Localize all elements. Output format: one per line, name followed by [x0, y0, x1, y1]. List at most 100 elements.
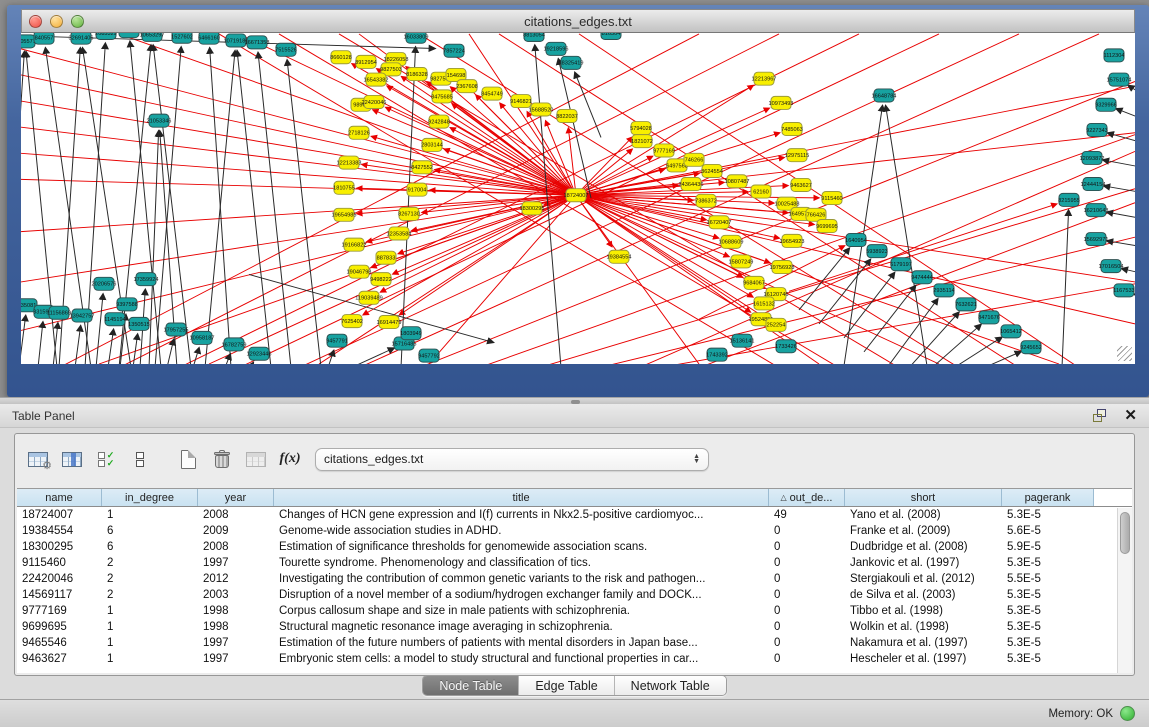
- graph-node[interactable]: 10958187: [190, 331, 215, 344]
- import-table-button[interactable]: [243, 446, 269, 472]
- graph-node[interactable]: 9146821: [510, 95, 532, 108]
- graph-node[interactable]: 5938923: [866, 245, 888, 258]
- graph-node[interactable]: 10688609: [719, 235, 744, 248]
- table-row[interactable]: 1938455462009Genome-wide association stu…: [17, 523, 1132, 539]
- graph-node[interactable]: 9777169: [653, 144, 675, 157]
- graph-node[interactable]: 1803949: [400, 327, 422, 340]
- column-header-title[interactable]: title: [274, 489, 769, 506]
- graph-node[interactable]: 887833: [376, 251, 396, 264]
- graph-node[interactable]: 9397588: [116, 298, 138, 311]
- graph-node[interactable]: 15692971: [1084, 233, 1109, 246]
- graph-node[interactable]: 19046798: [347, 265, 372, 278]
- graph-node[interactable]: 13942757: [70, 309, 95, 322]
- graph-node[interactable]: 62160: [751, 185, 771, 198]
- graph-node[interactable]: 8427552: [411, 161, 433, 174]
- graph-node[interactable]: 9457792: [418, 349, 440, 362]
- table-row[interactable]: 911546021997Tourette syndrome. Phenomeno…: [17, 555, 1132, 571]
- graph-node[interactable]: 8475685: [431, 90, 453, 103]
- close-panel-icon[interactable]: ✕: [1124, 409, 1137, 423]
- tab-network-table[interactable]: Network Table: [615, 676, 726, 695]
- graph-node[interactable]: 9699695: [816, 219, 838, 232]
- maximize-window-button[interactable]: [71, 15, 84, 28]
- graph-node[interactable]: 2935114: [933, 284, 954, 297]
- resize-grip-icon[interactable]: [1117, 346, 1132, 361]
- graph-node[interactable]: 8912954: [355, 55, 377, 68]
- graph-node[interactable]: 7485063: [781, 123, 803, 136]
- table-row[interactable]: 1830029562008Estimation of significance …: [17, 539, 1132, 555]
- graph-node[interactable]: 12444154: [1081, 178, 1106, 191]
- graph-node[interactable]: 12213383: [337, 156, 362, 169]
- column-header-year[interactable]: year: [198, 489, 274, 506]
- graph-node[interactable]: 7386372: [695, 194, 717, 207]
- network-canvas[interactable]: 5405571840557326914062085329106532710653…: [21, 33, 1135, 364]
- panel-splitter[interactable]: [0, 397, 1149, 404]
- graph-node[interactable]: 9498222: [370, 273, 392, 286]
- scrollbar-thumb[interactable]: [1120, 512, 1130, 554]
- graph-node[interactable]: 840557: [34, 33, 54, 44]
- graph-node[interactable]: 17957255: [164, 323, 189, 336]
- graph-node[interactable]: 18300295: [520, 202, 545, 215]
- graph-node[interactable]: 19654923: [780, 234, 805, 247]
- graph-node[interactable]: 2085329: [95, 33, 117, 40]
- row-height-button[interactable]: [127, 446, 153, 472]
- graph-node[interactable]: 1615132: [753, 297, 775, 310]
- graph-node[interactable]: 8186328: [406, 67, 428, 80]
- graph-node[interactable]: 16914479: [377, 316, 402, 329]
- graph-node[interactable]: 1350515: [128, 317, 150, 330]
- graph-node[interactable]: 19166822: [342, 238, 367, 251]
- graph-node[interactable]: 816304: [601, 33, 621, 40]
- graph-node[interactable]: 8471676: [978, 311, 1000, 324]
- select-attributes-button[interactable]: ✓✓: [93, 446, 119, 472]
- graph-node[interactable]: 16782759: [222, 338, 247, 351]
- table-row[interactable]: 1872400712008Changes of HCN gene express…: [17, 507, 1132, 523]
- graph-node[interactable]: 7632621: [955, 298, 977, 311]
- table-row[interactable]: 969969511998Structural magnetic resonanc…: [17, 619, 1132, 635]
- graph-node[interactable]: 1167533: [1113, 284, 1134, 297]
- graph-node[interactable]: 7515526: [275, 43, 297, 56]
- graph-node[interactable]: 16648784: [872, 89, 897, 102]
- graph-node[interactable]: 8215955: [1058, 193, 1080, 206]
- graph-node[interactable]: 8660128: [330, 51, 352, 64]
- graph-node[interactable]: 18325419: [559, 56, 584, 69]
- graph-node[interactable]: 9242848: [428, 115, 450, 128]
- graph-node[interactable]: 8822037: [556, 109, 578, 122]
- minimize-window-button[interactable]: [50, 15, 63, 28]
- graph-node[interactable]: 12975115: [785, 149, 809, 162]
- graph-node[interactable]: 9329966: [1095, 98, 1117, 111]
- graph-node[interactable]: 1065412: [1000, 325, 1022, 338]
- graph-node[interactable]: 12353584: [387, 227, 412, 240]
- graph-node[interactable]: 15751074: [1107, 73, 1132, 86]
- network-graph[interactable]: 5405571840557326914062085329106532710653…: [21, 33, 1135, 364]
- tab-edge-table[interactable]: Edge Table: [519, 676, 614, 695]
- graph-node[interactable]: 9463627: [790, 178, 812, 191]
- graph-node[interactable]: 16210643: [1084, 204, 1109, 217]
- float-window-icon[interactable]: [1093, 409, 1108, 423]
- graph-node[interactable]: 10973493: [769, 96, 794, 109]
- table-row[interactable]: 977716911998Corpus callosum shape and si…: [17, 603, 1132, 619]
- graph-node[interactable]: 1743392: [706, 348, 728, 361]
- graph-node[interactable]: 252254: [766, 318, 786, 331]
- graph-node[interactable]: 9684067: [743, 276, 765, 289]
- graph-node[interactable]: 1065327: [118, 33, 140, 38]
- graph-node[interactable]: 7857224: [443, 44, 465, 57]
- create-table-button[interactable]: [175, 446, 201, 472]
- graph-node[interactable]: 10807487: [725, 175, 750, 188]
- graph-node[interactable]: 19384554: [607, 250, 632, 263]
- graph-node[interactable]: 9474444: [911, 271, 933, 284]
- graph-node[interactable]: 17016504: [1099, 260, 1124, 273]
- graph-node[interactable]: 22420046: [362, 95, 387, 108]
- graph-node[interactable]: 3624554: [701, 164, 723, 177]
- graph-node[interactable]: 11156869: [47, 306, 71, 319]
- graph-node[interactable]: 917004: [407, 183, 427, 196]
- graph-node[interactable]: 19756928: [770, 261, 795, 274]
- graph-node[interactable]: 2803144: [421, 138, 443, 151]
- graph-node[interactable]: 1733426: [775, 340, 797, 353]
- delete-table-button[interactable]: [209, 446, 235, 472]
- graph-node[interactable]: 16543382: [364, 73, 389, 86]
- graph-node[interactable]: 8813054: [523, 33, 545, 41]
- graph-node[interactable]: 9115460: [821, 192, 842, 205]
- network-window-titlebar[interactable]: citations_edges.txt: [21, 9, 1135, 33]
- table-row[interactable]: 2242004622012Investigating the contribut…: [17, 571, 1132, 587]
- graph-node[interactable]: 12213967: [752, 72, 777, 85]
- graph-node[interactable]: 2718126: [348, 126, 370, 139]
